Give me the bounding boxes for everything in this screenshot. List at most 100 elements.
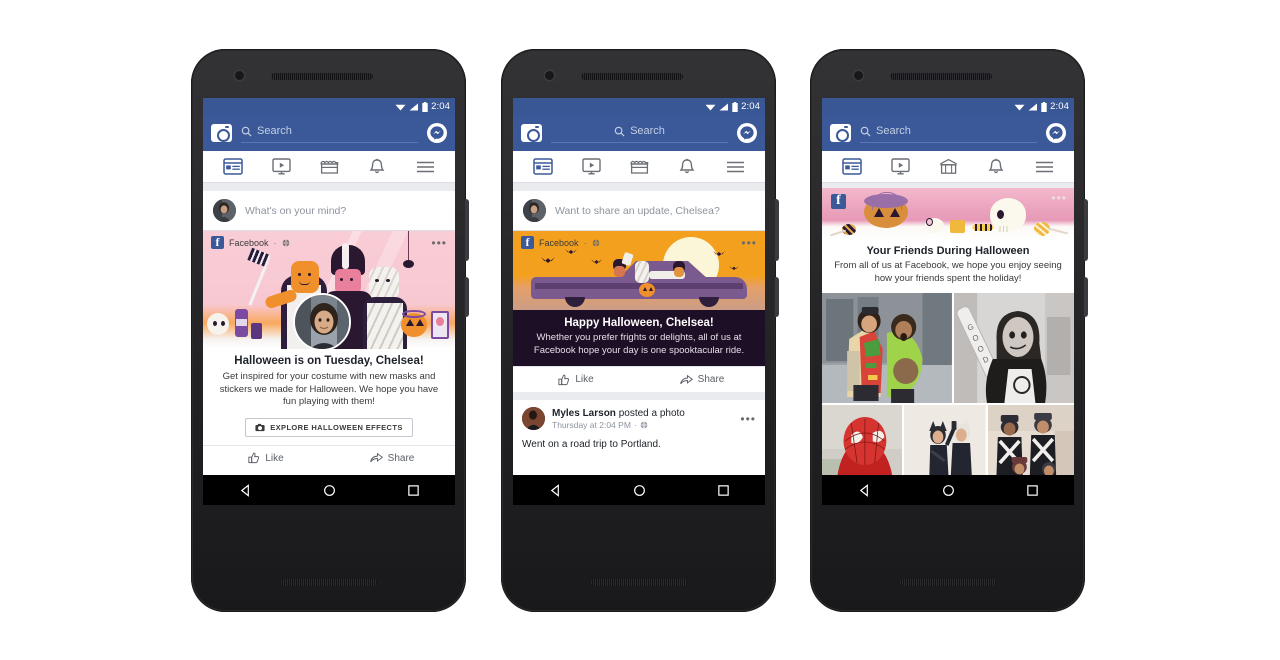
- raised-hand: [621, 251, 634, 267]
- tab-bar: [822, 151, 1074, 183]
- like-button[interactable]: Like: [513, 367, 639, 392]
- phone-1: 2:04 Search What's on your mind? f Faceb…: [191, 49, 469, 612]
- tab-marketplace[interactable]: [936, 156, 960, 178]
- recents-button[interactable]: [407, 484, 420, 497]
- post-timestamp: Thursday at 2:04 PM: [552, 419, 631, 430]
- photo-harley-quinn-costume[interactable]: G O O D: [953, 293, 1074, 403]
- tab-watch[interactable]: [579, 156, 603, 178]
- more-options-icon[interactable]: •••: [741, 237, 757, 249]
- tab-news-feed[interactable]: [531, 156, 555, 178]
- screenshot-stage: 2:04 Search What's on your mind? f Faceb…: [0, 0, 1280, 660]
- post-meta: Thursday at 2:04 PM ·: [552, 420, 685, 430]
- power-button[interactable]: [465, 277, 469, 317]
- facebook-logo-icon: f: [521, 236, 534, 249]
- bell-icon: [679, 158, 695, 173]
- photo-image: [822, 293, 952, 403]
- tab-watch[interactable]: [888, 156, 912, 178]
- tab-news-feed[interactable]: [840, 156, 864, 178]
- eye: [386, 279, 390, 282]
- volume-button[interactable]: [1084, 199, 1088, 261]
- status-bar-time: 2:04: [1050, 101, 1069, 112]
- tab-watch[interactable]: [269, 156, 293, 178]
- driver-face: [674, 267, 684, 277]
- messenger-icon[interactable]: [737, 123, 757, 143]
- skull-decoration: [207, 313, 229, 335]
- card-actions: Like Share: [513, 366, 765, 392]
- home-button[interactable]: [323, 484, 336, 497]
- messenger-icon[interactable]: [427, 123, 447, 143]
- friends-photo-grid: G O O D: [822, 293, 1074, 493]
- more-options-icon[interactable]: •••: [1051, 192, 1067, 204]
- page-name[interactable]: Facebook: [229, 238, 269, 248]
- tab-menu[interactable]: [1032, 156, 1056, 178]
- back-button[interactable]: [858, 483, 871, 497]
- home-button[interactable]: [633, 484, 646, 497]
- tab-menu[interactable]: [723, 156, 747, 178]
- avatar: [213, 199, 236, 222]
- like-button[interactable]: Like: [203, 446, 329, 471]
- grid-row: G O O D: [822, 293, 1074, 403]
- camera-icon[interactable]: [211, 124, 232, 142]
- card-header: f Facebook · •••: [513, 231, 765, 252]
- recents-button[interactable]: [717, 484, 730, 497]
- tab-notifications[interactable]: [365, 156, 389, 178]
- tab-notifications[interactable]: [984, 156, 1008, 178]
- messenger-bolt-icon: [430, 126, 444, 140]
- video-icon: [890, 158, 910, 175]
- more-options-icon[interactable]: •••: [740, 413, 756, 425]
- volume-button[interactable]: [465, 199, 469, 261]
- messenger-icon[interactable]: [1046, 123, 1066, 143]
- candy-block: [950, 220, 965, 233]
- composer-placeholder: Want to share an update, Chelsea?: [555, 204, 720, 217]
- tab-marketplace[interactable]: [317, 156, 341, 178]
- phone-3: 2:04 Search f ••• Your Friends During Ha…: [810, 49, 1088, 612]
- tab-news-feed[interactable]: [221, 156, 245, 178]
- video-icon: [581, 158, 601, 175]
- search-placeholder: Search: [630, 125, 665, 137]
- search-input[interactable]: Search: [551, 123, 728, 143]
- recents-button[interactable]: [1026, 484, 1039, 497]
- power-button[interactable]: [775, 277, 779, 317]
- video-icon: [271, 158, 291, 175]
- separator: ·: [583, 237, 587, 248]
- phone-2-screen: 2:04 Search Want to share an update, Che…: [513, 98, 765, 505]
- battery-icon: [422, 101, 428, 112]
- status-composer[interactable]: Want to share an update, Chelsea?: [513, 191, 765, 231]
- camera-icon[interactable]: [521, 124, 542, 142]
- photo-taco-avocado-costumes[interactable]: [822, 293, 952, 403]
- tab-marketplace[interactable]: [627, 156, 651, 178]
- status-composer[interactable]: What's on your mind?: [203, 191, 455, 231]
- home-button[interactable]: [942, 484, 955, 497]
- thumbs-up-icon: [248, 452, 260, 464]
- battery-icon: [732, 101, 738, 112]
- wifi-icon: [395, 104, 406, 110]
- search-input[interactable]: Search: [241, 123, 418, 143]
- volume-button[interactable]: [775, 199, 779, 261]
- back-button[interactable]: [239, 483, 252, 497]
- status-bar: 2:04: [822, 98, 1074, 115]
- globe-icon: [640, 420, 648, 429]
- shop-icon: [630, 160, 648, 174]
- page-name[interactable]: Facebook: [539, 238, 579, 248]
- post-author[interactable]: Myles Larson posted a photo: [552, 408, 685, 419]
- search-input[interactable]: Search: [860, 123, 1037, 143]
- back-button[interactable]: [549, 483, 562, 497]
- photo-image: G O O D: [953, 293, 1074, 403]
- signal-icon: [1028, 103, 1038, 110]
- card-description: Get inspired for your costume with new m…: [219, 371, 439, 407]
- share-button[interactable]: Share: [329, 446, 455, 471]
- more-options-icon[interactable]: •••: [431, 237, 447, 249]
- share-button[interactable]: Share: [639, 367, 765, 392]
- card-description: Whether you prefer frights or delights, …: [533, 332, 745, 356]
- tab-menu[interactable]: [413, 156, 437, 178]
- mummy-wraps: [367, 303, 403, 349]
- user-avatar: [213, 199, 236, 222]
- feed-gap: [513, 183, 765, 191]
- camera-icon[interactable]: [830, 124, 851, 142]
- avatar: [523, 199, 546, 222]
- tab-notifications[interactable]: [675, 156, 699, 178]
- thumbs-up-icon: [558, 374, 570, 385]
- explore-halloween-effects-button[interactable]: EXPLORE HALLOWEEN EFFECTS: [245, 417, 413, 437]
- tab-bar: [203, 151, 455, 183]
- power-button[interactable]: [1084, 277, 1088, 317]
